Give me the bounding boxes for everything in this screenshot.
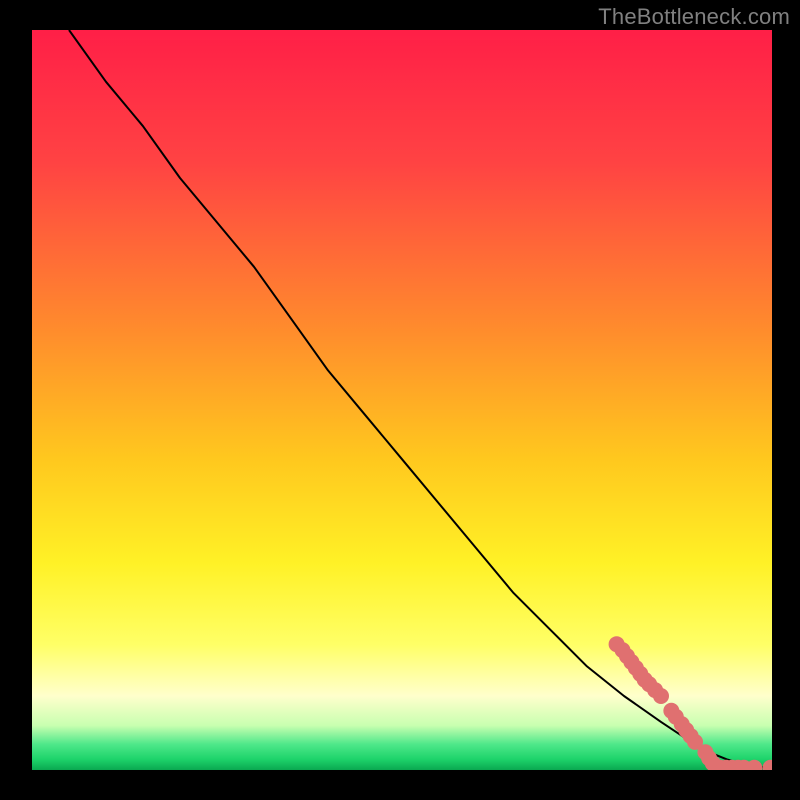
chart-stage: TheBottleneck.com — [0, 0, 800, 800]
plot-background — [32, 30, 772, 770]
data-point — [771, 760, 787, 776]
chart-svg — [0, 0, 800, 800]
data-point — [763, 760, 779, 776]
data-point — [746, 760, 762, 776]
data-point — [653, 688, 669, 704]
